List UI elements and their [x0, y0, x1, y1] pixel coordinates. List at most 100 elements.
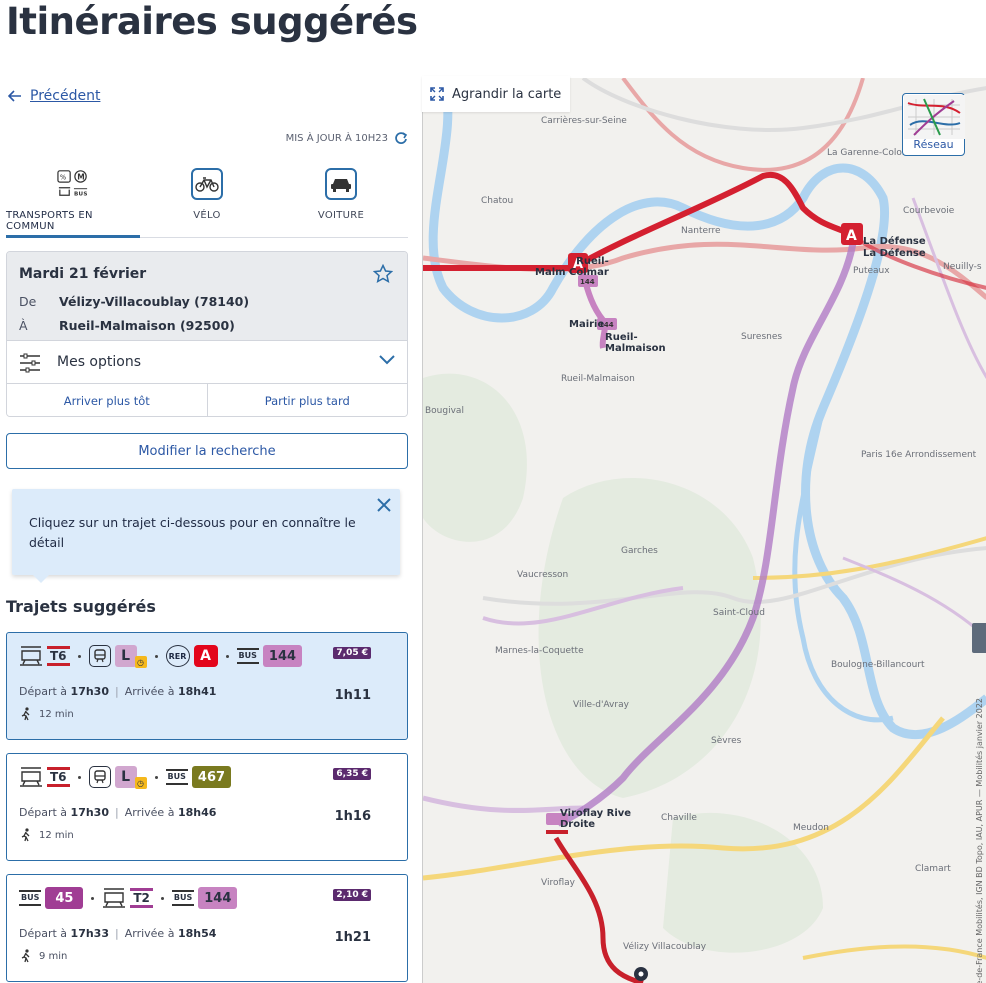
walk-icon [21, 949, 30, 963]
back-link-label: Précédent [30, 88, 101, 104]
arrival-label: Arrivée à [124, 806, 175, 819]
origin-row: De Vélizy-Villacoublay (78140) [19, 294, 249, 309]
tab-public-transport[interactable]: % M BUS TRANSPORTS EN COMMUN [6, 166, 140, 238]
options-toggle[interactable]: Mes options [7, 340, 407, 384]
tab-public-transport-label: TRANSPORTS EN COMMUN [6, 210, 93, 232]
update-status: MIS À JOUR À 10H23 [286, 131, 408, 145]
page-title: Itinéraires suggérés [6, 0, 418, 43]
bus-line-badge: 144 [262, 645, 303, 667]
place-label: Boulogne-Billancourt [831, 660, 925, 670]
station-label-defense: La Défense [863, 236, 926, 247]
trajet-card[interactable]: T6 L ◷ BUS 467 6,35 € Départ à 17h30 | Arri… [6, 753, 408, 861]
trip-date: Mardi 21 février [19, 266, 147, 282]
route-map[interactable]: A A 144 144 Rueil- Malm Colmar La Défens… [422, 78, 986, 983]
place-label: Courbevoie [903, 206, 955, 216]
origin-key: De [19, 294, 37, 309]
walk-info: 12 min [21, 828, 74, 842]
place-label: Meudon [793, 823, 829, 833]
arrival-label: Arrivée à [124, 685, 175, 698]
bus-mode-icon: BUS [165, 769, 188, 785]
bus-line-badge: 467 [191, 766, 232, 788]
map-canvas: A A 144 144 [423, 78, 986, 983]
tram-icon [20, 767, 42, 787]
trajet-card[interactable]: T6 L ◷ RER A BUS 144 7,05 € Départ à 17h3… [6, 632, 408, 740]
trajet-duration: 1h21 [334, 930, 371, 945]
tram-icon [20, 646, 42, 666]
svg-text:A: A [846, 228, 857, 244]
options-label: Mes options [57, 354, 141, 370]
trajet-legs: BUS 45 T2 BUS 144 [19, 887, 238, 909]
trajet-duration: 1h16 [334, 809, 371, 824]
trajet-card[interactable]: BUS 45 T2 BUS 144 2,10 € Départ à 17h33 |… [6, 874, 408, 982]
place-label: Chatou [481, 196, 514, 206]
tip-callout: Cliquez sur un trajet ci-dessous pour en… [12, 489, 400, 583]
station-label-mairie: Mairie [569, 319, 605, 330]
sliders-icon [20, 353, 40, 373]
walk-info: 12 min [21, 707, 74, 721]
map-side-handle[interactable] [972, 623, 986, 653]
place-label: Sèvres [711, 736, 742, 746]
train-line-badge: L ◷ [114, 645, 147, 668]
walk-info: 9 min [21, 949, 67, 963]
bus-mode-icon: BUS [236, 648, 259, 664]
favorite-star-icon[interactable] [372, 263, 394, 288]
close-icon[interactable] [376, 497, 392, 517]
place-label: Ville-d'Avray [573, 700, 629, 710]
place-label: Bougival [425, 406, 464, 416]
walk-duration: 9 min [39, 950, 68, 962]
arrow-left-icon [8, 90, 21, 102]
arrival-time: 18h41 [177, 685, 217, 698]
trajets-title: Trajets suggérés [6, 597, 156, 616]
trajet-times: Départ à 17h33 | Arrivée à 18h54 [19, 927, 217, 940]
arrival-label: Arrivée à [124, 927, 175, 940]
place-label: Viroflay [541, 878, 575, 888]
tram-line-badge: T6 [47, 767, 70, 787]
chevron-down-icon [379, 355, 395, 365]
arrival-time: 18h46 [177, 806, 217, 819]
place-label: Vélizy Villacoublay [623, 942, 707, 952]
bus-mode-icon: BUS [19, 890, 42, 906]
place-label: Nanterre [681, 226, 721, 236]
station-label-rueil: Rueil- Malm Colmar [535, 256, 609, 278]
back-link[interactable]: Précédent [8, 88, 100, 104]
train-line-badge: L ◷ [114, 766, 147, 789]
walk-icon [21, 828, 30, 842]
place-label: Vaucresson [517, 570, 569, 580]
network-map-icon [904, 95, 965, 139]
tab-car[interactable]: VOITURE [274, 166, 408, 237]
refresh-icon[interactable] [394, 131, 408, 145]
rer-line-badge: A [193, 645, 218, 667]
depart-later-button[interactable]: Partir plus tard [208, 384, 408, 416]
bus-line-badge: 144 [198, 887, 238, 909]
bike-icon [191, 168, 223, 200]
modify-search-button[interactable]: Modifier la recherche [6, 433, 408, 469]
walk-icon [21, 707, 30, 721]
enlarge-map-button[interactable]: Agrandir la carte [422, 76, 570, 112]
station-label-viroflay: Viroflay Rive Droite [560, 808, 632, 830]
origin-value: Vélizy-Villacoublay (78140) [59, 294, 250, 309]
depart-label: Départ à [19, 685, 68, 698]
tab-bike[interactable]: VÉLO [140, 166, 274, 237]
arrive-earlier-button[interactable]: Arriver plus tôt [7, 384, 208, 416]
depart-label: Départ à [19, 806, 68, 819]
price-badge: 6,35 € [333, 768, 371, 780]
network-map-button[interactable]: Réseau [902, 93, 965, 156]
place-label: Carrières-sur-Seine [541, 116, 627, 126]
train-icon [88, 645, 111, 667]
depart-label: Départ à [19, 927, 68, 940]
svg-text:BUS: BUS [74, 191, 88, 197]
train-line-label: L [121, 769, 130, 785]
search-summary: Mardi 21 février De Vélizy-Villacoublay … [6, 251, 408, 417]
trajet-legs: T6 L ◷ RER A BUS 144 [19, 645, 303, 668]
expand-icon [430, 87, 444, 101]
place-label: Chaville [661, 813, 697, 823]
tab-bike-label: VÉLO [193, 210, 221, 221]
station-label-defense-2: La Défense [863, 248, 926, 259]
enlarge-map-label: Agrandir la carte [452, 86, 562, 102]
place-label: Clamart [915, 864, 951, 874]
tip-pointer [32, 574, 50, 583]
train-icon [88, 766, 111, 788]
public-transport-icon: % M BUS [57, 168, 89, 200]
destination-value: Rueil-Malmaison (92500) [59, 318, 235, 333]
destination-row: À Rueil-Malmaison (92500) [19, 318, 235, 333]
